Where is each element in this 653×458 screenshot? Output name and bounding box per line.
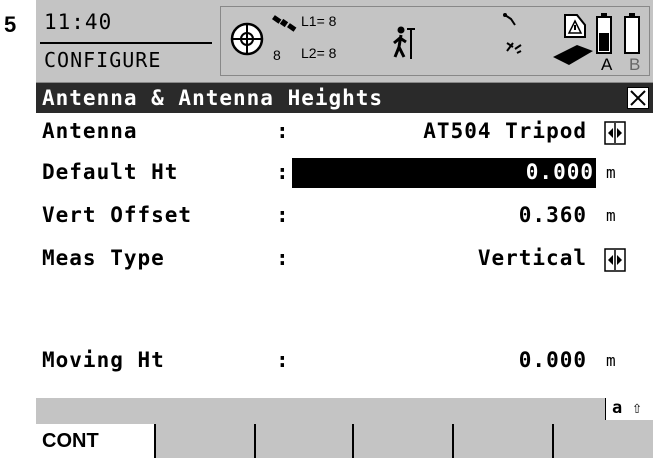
shift-icon: ⇧ [632,398,643,418]
meas-type-row: Meas Type : Vertical [36,240,653,280]
vert-offset-label: Vert Offset [42,203,193,227]
moving-ht-value: 0.000 [518,348,587,372]
moving-ht-label: Moving Ht [42,348,165,372]
close-button[interactable] [627,87,649,109]
input-mode-indicator: a ⇧ [605,398,653,420]
softkey-bar: CONT [36,420,653,458]
satellite-count: 8 [273,47,281,63]
softkey-f4[interactable] [354,424,454,458]
antenna-row: Antenna : AT504 Tripod [36,113,653,153]
walking-person-icon [393,26,415,59]
vert-offset-colon: : [276,203,289,227]
antenna-choice-arrows-icon[interactable] [604,121,626,145]
antenna-label: Antenna [42,119,138,143]
antenna-select[interactable]: AT504 Tripod [423,119,587,143]
l1-count: L1= 8 [301,13,337,29]
cont-label: CONT [42,430,99,452]
softkey-f2[interactable] [156,424,256,458]
title-bar: Antenna & Antenna Heights [36,83,653,113]
default-ht-row: Default Ht : 0.000 m [36,154,653,194]
meas-type-label: Meas Type [42,246,165,270]
clock: 11:40 [44,10,113,34]
vert-offset-row: Vert Offset : 0.360 m [36,197,653,237]
meas-type-choice-arrows-icon[interactable] [604,248,626,272]
moving-ht-row: Moving Ht : 0.000 m [36,342,653,382]
default-ht-unit: m [606,163,616,182]
vert-offset-input[interactable]: 0.360 [519,203,587,227]
position-icon [230,22,264,56]
step-number: 5 [4,12,17,37]
device-screen: 11:40 CONFIGURE 8 L1= 8 L2= 8 A B Antenn… [36,0,653,458]
moving-ht-colon: : [276,348,289,372]
close-icon [630,90,646,106]
meas-type-colon: : [276,246,289,270]
default-ht-colon: : [276,160,289,184]
info-strip: a ⇧ [36,398,653,420]
status-icons-panel: 8 L1= 8 L2= 8 A B [220,6,650,76]
cont-button[interactable]: CONT [36,424,156,458]
mode-label: CONFIGURE [44,48,162,72]
l2-count: L2= 8 [301,45,337,61]
time-mode-box: 11:40 CONFIGURE [40,8,220,78]
vert-offset-unit: m [606,206,616,225]
softkey-f6[interactable] [554,424,653,458]
status-bar: 11:40 CONFIGURE 8 L1= 8 L2= 8 A B [36,0,653,83]
antenna-colon: : [276,119,289,143]
memory-card-icon [553,14,593,65]
battery-icon [596,13,640,54]
battery-a-label: A [601,55,613,74]
page-title: Antenna & Antenna Heights [42,86,384,110]
battery-b-label: B [629,55,641,74]
default-ht-label: Default Ht [42,160,179,184]
default-ht-input[interactable]: 0.000 [292,158,596,188]
divider [40,42,212,44]
softkey-f3[interactable] [256,424,354,458]
meas-type-select[interactable]: Vertical [478,246,587,270]
link-icon [503,13,522,54]
moving-ht-unit: m [606,351,616,370]
satellite-icon [272,15,297,32]
alpha-mode: a [612,398,623,418]
default-ht-value: 0.000 [525,160,594,184]
softkey-f5[interactable] [454,424,554,458]
